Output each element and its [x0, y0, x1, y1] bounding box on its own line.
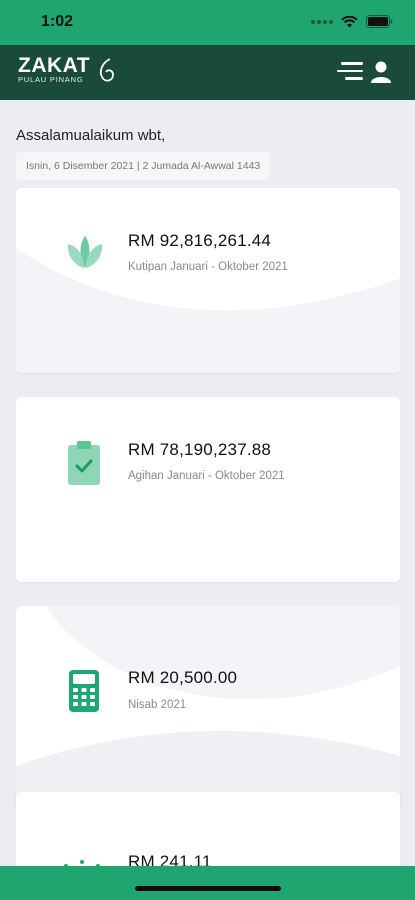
- calculator-icon: [69, 670, 99, 712]
- battery-icon: [366, 15, 393, 28]
- zakat-logo[interactable]: ZAKAT PULAU PINANG: [18, 54, 91, 85]
- nisab-card[interactable]: RM 20,500.00 Nisab 2021: [16, 606, 400, 806]
- collection-card[interactable]: RM 92,816,261.44 Kutipan Januari - Oktob…: [16, 188, 400, 373]
- date-chip: Isnin, 6 Disember 2021 | 2 Jumada Al-Aww…: [16, 152, 271, 180]
- greeting-text: Assalamualaikum wbt,: [16, 127, 166, 144]
- nisab-label: Nisab 2021: [128, 699, 187, 711]
- status-bar: 1:02: [0, 0, 415, 45]
- date-text: Isnin, 6 Disember 2021 | 2 Jumada Al-Aww…: [26, 160, 261, 172]
- wifi-icon: [341, 15, 358, 27]
- cellular-signal-icon: [311, 19, 333, 24]
- distribution-card[interactable]: RM 78,190,237.88 Agihan Januari - Oktobe…: [16, 397, 400, 582]
- collection-amount: RM 92,816,261.44: [128, 231, 272, 250]
- logo-title: ZAKAT: [18, 54, 91, 77]
- status-icons: [311, 15, 393, 28]
- card-background-wave: [16, 397, 400, 582]
- user-profile-icon[interactable]: [370, 60, 392, 84]
- distribution-amount: RM 78,190,237.88: [128, 440, 272, 459]
- clipboard-check-icon: [68, 441, 100, 485]
- menu-button[interactable]: [337, 62, 363, 84]
- app-header: ZAKAT PULAU PINANG: [0, 45, 415, 100]
- distribution-label: Agihan Januari - Oktober 2021: [128, 470, 285, 482]
- card-background-wave: [16, 248, 400, 373]
- logo-swirl-icon: [99, 58, 114, 82]
- bottom-bar: [0, 866, 415, 900]
- collection-label: Kutipan Januari - Oktober 2021: [128, 261, 288, 273]
- lotus-icon: [67, 236, 103, 268]
- logo-subtitle: PULAU PINANG: [18, 75, 84, 84]
- status-time: 1:02: [41, 13, 74, 30]
- home-indicator[interactable]: [135, 886, 281, 891]
- nisab-amount: RM 20,500.00: [128, 668, 238, 687]
